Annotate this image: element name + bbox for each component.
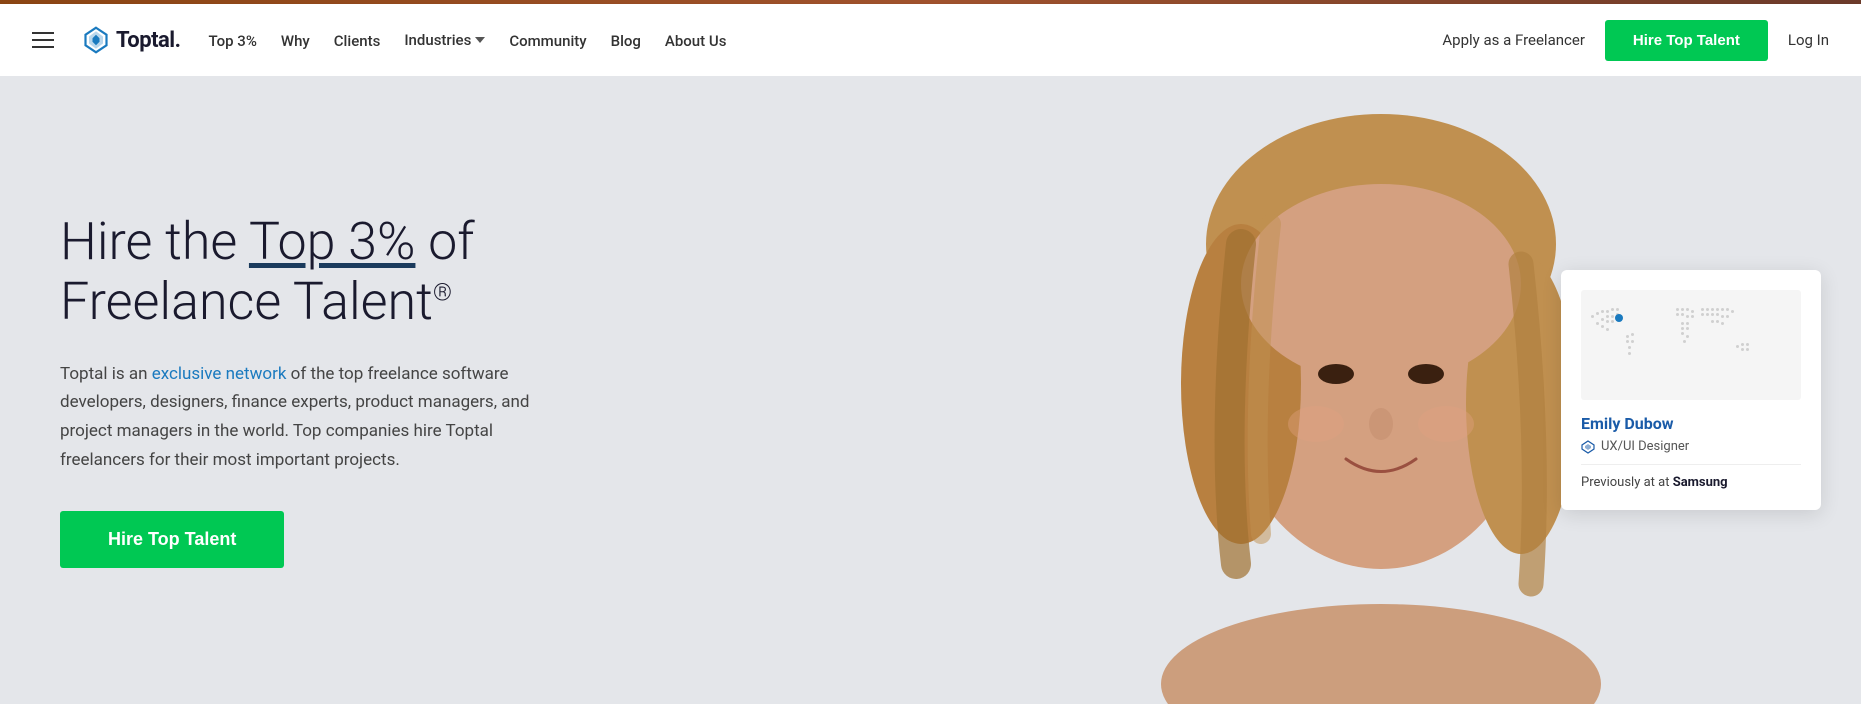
logo-diamond-icon xyxy=(82,26,110,54)
nav-item-blog[interactable]: Blog xyxy=(611,31,641,50)
hero-description: Toptal is an exclusive network of the to… xyxy=(60,360,580,476)
hamburger-line xyxy=(32,39,54,41)
designer-icon xyxy=(1581,440,1595,454)
nav-item-about[interactable]: About Us xyxy=(665,31,727,50)
person-svg xyxy=(1141,84,1621,704)
nav-item-clients[interactable]: Clients xyxy=(334,31,381,50)
nav-link-why[interactable]: Why xyxy=(281,32,310,50)
nav-link-about[interactable]: About Us xyxy=(665,32,727,50)
nav-left: Toptal. Top 3% Why Clients Industries Co… xyxy=(32,26,1442,54)
world-map-svg xyxy=(1581,290,1801,400)
nav-item-community[interactable]: Community xyxy=(509,31,586,50)
card-person-name: Emily Dubow xyxy=(1581,414,1801,433)
previously-label: Previously at xyxy=(1581,475,1655,490)
nav-right: Apply as a Freelancer Hire Top Talent Lo… xyxy=(1442,20,1829,61)
card-role-text: UX/UI Designer xyxy=(1601,439,1689,454)
card-map xyxy=(1581,290,1801,400)
nav-item-industries[interactable]: Industries xyxy=(404,31,485,49)
navbar: Toptal. Top 3% Why Clients Industries Co… xyxy=(0,4,1861,76)
hero-content: Hire the Top 3% of Freelance Talent® Top… xyxy=(0,152,640,628)
company-name: Samsung xyxy=(1673,475,1728,490)
logo-text: Toptal. xyxy=(116,28,181,53)
nav-item-top3[interactable]: Top 3% xyxy=(209,31,257,50)
person-figure xyxy=(1141,84,1621,704)
nav-link-industries[interactable]: Industries xyxy=(404,31,485,49)
hero-section: Hire the Top 3% of Freelance Talent® Top… xyxy=(0,76,1861,704)
description-part1: Toptal is an xyxy=(60,364,152,384)
hero-title: Hire the Top 3% of Freelance Talent® xyxy=(60,212,580,332)
nav-item-why[interactable]: Why xyxy=(281,31,310,50)
login-link[interactable]: Log In xyxy=(1788,31,1829,49)
logo[interactable]: Toptal. xyxy=(82,26,181,54)
hamburger-menu[interactable] xyxy=(32,32,54,48)
chevron-down-icon xyxy=(475,37,485,43)
hero-image-area: Emily Dubow UX/UI Designer Previously at… xyxy=(837,76,1861,704)
apply-freelancer-link[interactable]: Apply as a Freelancer xyxy=(1442,31,1585,49)
card-role: UX/UI Designer xyxy=(1581,439,1801,454)
profile-card: Emily Dubow UX/UI Designer Previously at… xyxy=(1561,270,1821,510)
hamburger-line xyxy=(32,46,54,48)
card-company: Previously at at Samsung xyxy=(1581,464,1801,490)
nav-link-community[interactable]: Community xyxy=(509,32,586,50)
hire-top-talent-button[interactable]: Hire Top Talent xyxy=(60,511,284,568)
hire-talent-nav-button[interactable]: Hire Top Talent xyxy=(1605,20,1768,61)
description-highlight: exclusive network xyxy=(152,364,287,384)
hero-title-part1: Hire the xyxy=(60,211,249,272)
hamburger-line xyxy=(32,32,54,34)
hero-title-part2: of xyxy=(415,211,474,272)
hero-title-part3: Freelance Talent xyxy=(60,271,433,332)
nav-link-clients[interactable]: Clients xyxy=(334,32,381,50)
hero-title-highlight: Top 3% xyxy=(249,211,416,272)
nav-link-top3[interactable]: Top 3% xyxy=(209,32,257,50)
nav-links: Top 3% Why Clients Industries Community … xyxy=(209,31,727,50)
nav-link-blog[interactable]: Blog xyxy=(611,32,641,50)
hero-title-sup: ® xyxy=(433,278,452,306)
